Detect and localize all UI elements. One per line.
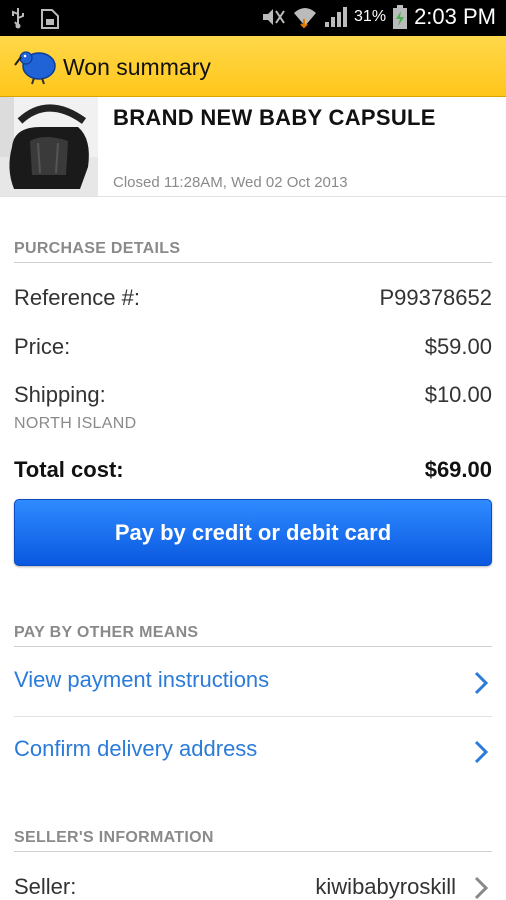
screen-title: Won summary <box>63 54 211 80</box>
divider <box>14 716 492 717</box>
usb-icon <box>12 8 24 29</box>
listing-header[interactable]: BRAND NEW BABY CAPSULE Closed 11:28AM, W… <box>0 97 506 197</box>
chevron-right-icon <box>474 740 488 764</box>
confirm-delivery-address-link[interactable]: Confirm delivery address <box>14 736 257 762</box>
pay-by-card-button[interactable]: Pay by credit or debit card <box>14 499 492 566</box>
view-payment-instructions-row[interactable]: View payment instructions <box>0 649 506 717</box>
listing-title: BRAND NEW BABY CAPSULE <box>113 105 436 130</box>
seller-value[interactable]: kiwibabyroskill <box>315 874 456 900</box>
baby-capsule-image <box>0 97 98 196</box>
chevron-right-icon[interactable] <box>474 876 488 900</box>
wifi-icon <box>294 8 317 29</box>
sd-card-icon <box>41 9 59 29</box>
reference-value: P99378652 <box>379 285 492 310</box>
shipping-value: $10.00 <box>424 382 492 407</box>
battery-percent: 31% <box>354 8 387 25</box>
battery-charging-icon <box>393 5 408 29</box>
mute-icon <box>263 9 285 25</box>
total-cost-label: Total cost: <box>14 457 124 482</box>
seller-info-header: SELLER'S INFORMATION <box>14 829 492 852</box>
reference-label: Reference #: <box>14 285 140 310</box>
listing-closed-date: Closed 11:28AM, Wed 02 Oct 2013 <box>113 174 348 191</box>
listing-thumbnail[interactable] <box>0 97 98 196</box>
price-label: Price: <box>14 334 71 359</box>
status-time: 2:03 PM <box>414 4 496 29</box>
total-cost-value: $69.00 <box>424 457 492 482</box>
confirm-delivery-address-row[interactable]: Confirm delivery address <box>0 718 506 786</box>
action-bar: Won summary <box>0 36 506 97</box>
shipping-region: NORTH ISLAND <box>14 415 137 432</box>
signal-icon <box>325 7 348 27</box>
status-bar: 31% 2:03 PM <box>0 0 506 36</box>
chevron-right-icon <box>474 671 488 695</box>
price-value: $59.00 <box>424 334 492 359</box>
purchase-details-header: PURCHASE DETAILS <box>14 240 492 263</box>
other-means-header: PAY BY OTHER MEANS <box>14 624 492 647</box>
kiwi-logo-icon[interactable] <box>14 46 58 86</box>
seller-label: Seller: <box>14 874 77 899</box>
view-payment-instructions-link[interactable]: View payment instructions <box>14 667 269 693</box>
shipping-label: Shipping: <box>14 382 106 407</box>
